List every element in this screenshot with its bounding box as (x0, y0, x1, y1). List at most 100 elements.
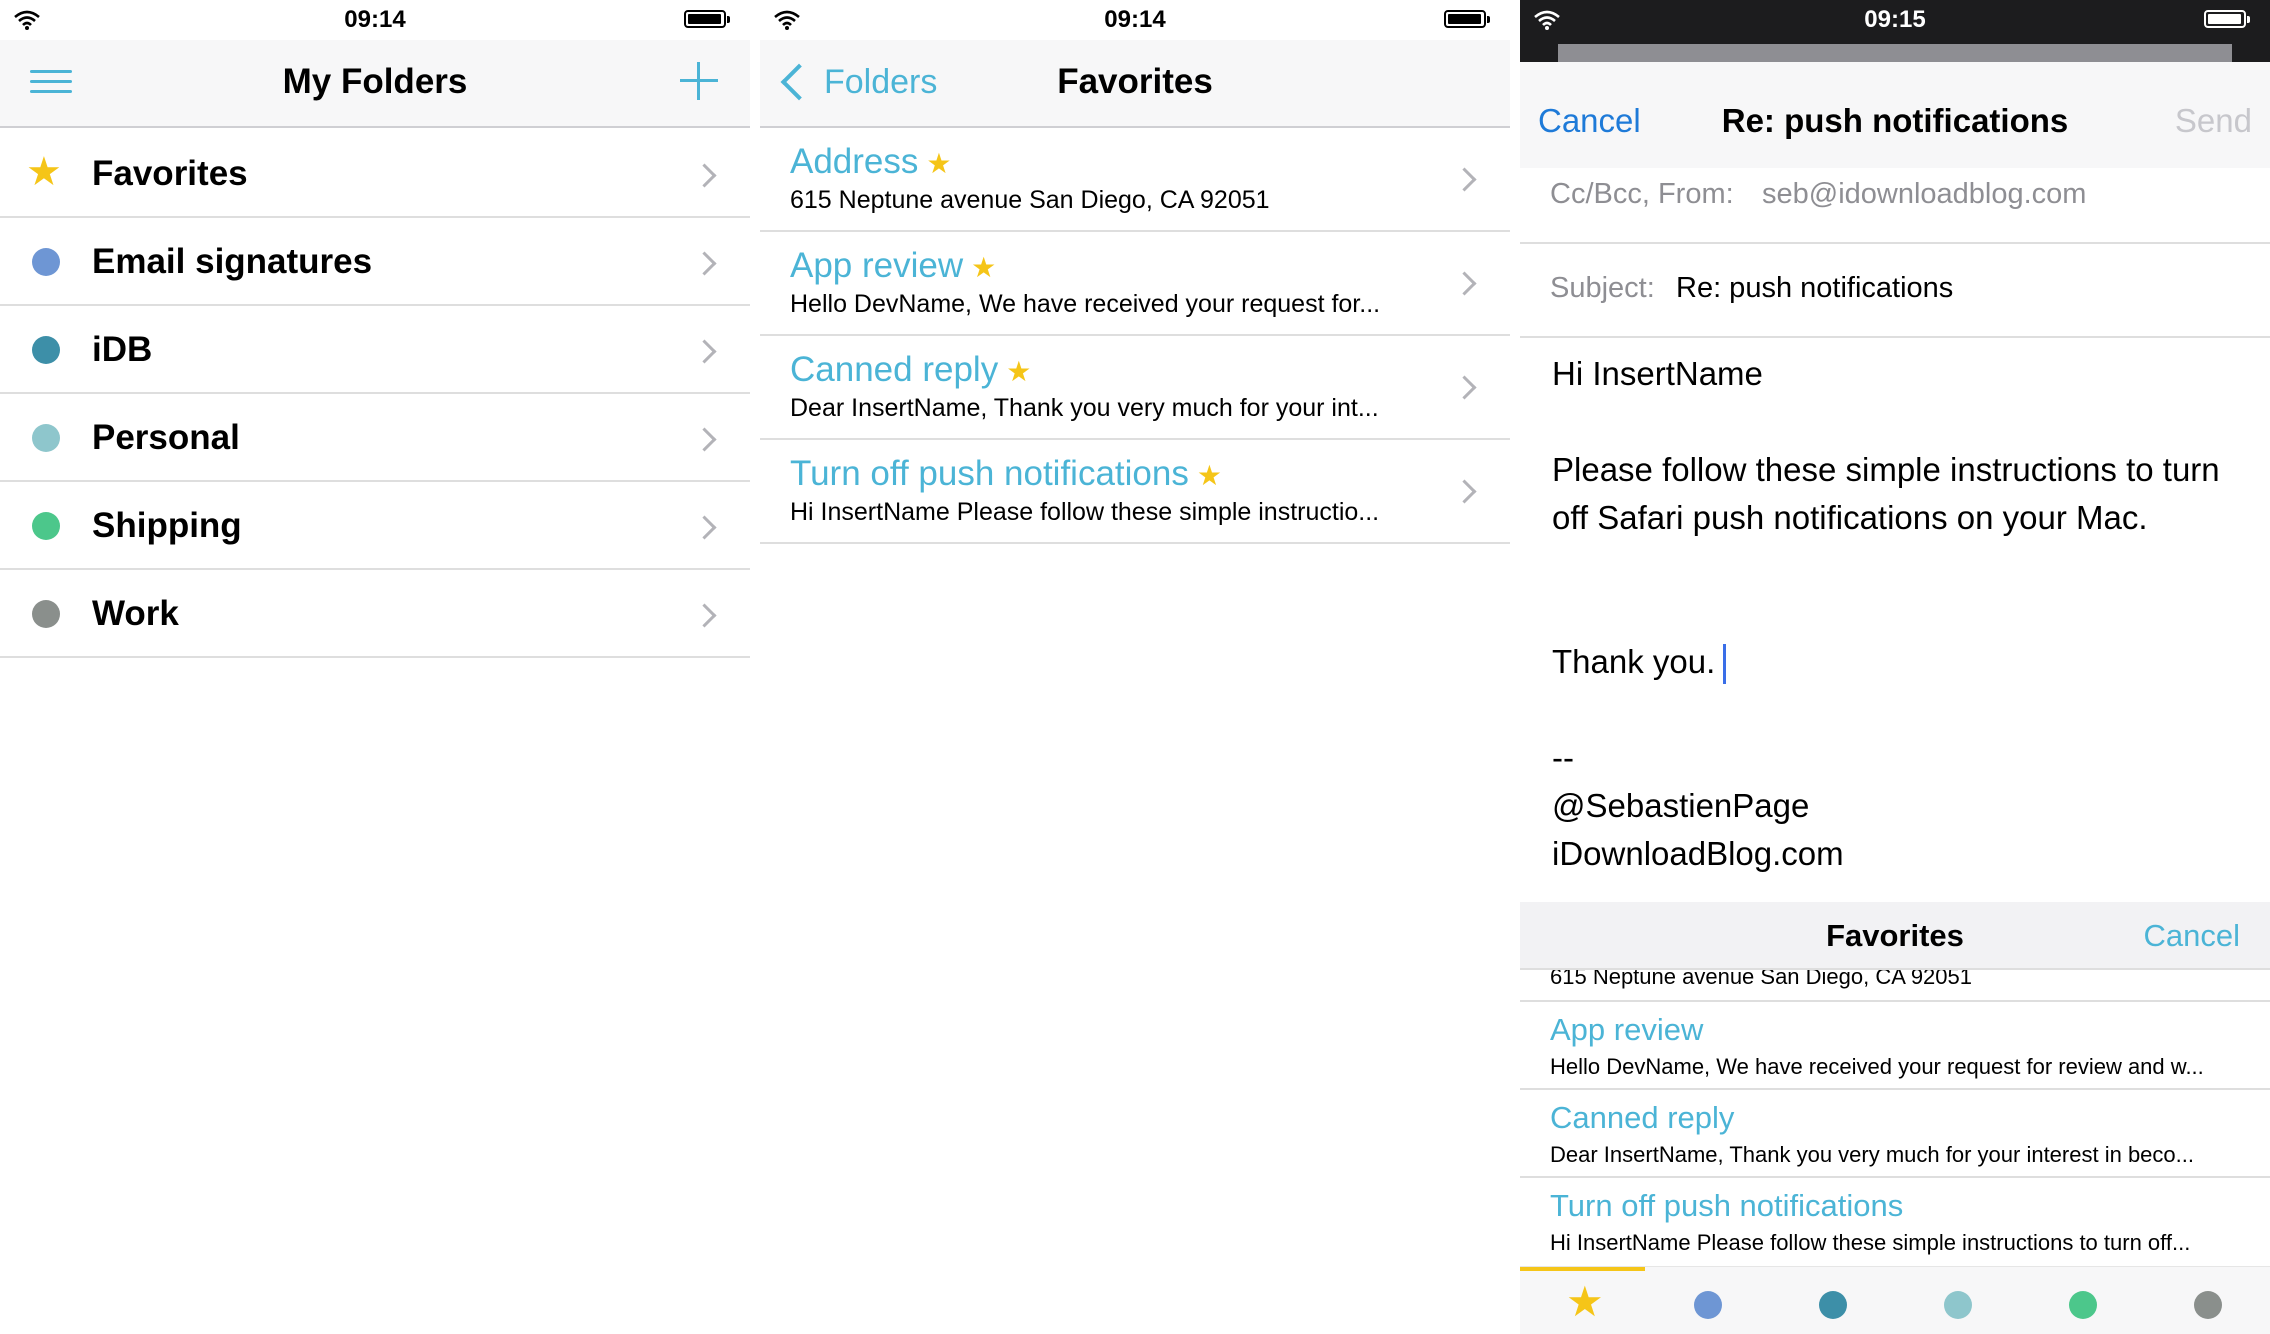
snippet-row[interactable]: App review ★ Hello DevName, We have recei… (760, 232, 1510, 336)
tab-personal[interactable] (1895, 1277, 2020, 1329)
compose-title: Re: push notifications (1721, 102, 2069, 139)
body-greeting: Hi InsertName (1552, 355, 1763, 392)
status-bar: 09:14 (760, 0, 1510, 40)
folder-color-dot (1694, 1291, 1722, 1319)
star-icon: ★ (926, 148, 952, 179)
star-icon: ★ (1006, 356, 1032, 387)
status-time: 09:14 (344, 6, 406, 33)
folder-label: Personal (92, 418, 240, 457)
signature-dashes: -- (1552, 739, 1574, 776)
star-icon: ★ (1566, 1278, 1604, 1325)
folder-label: Email signatures (92, 242, 373, 281)
status-time: 09:14 (1104, 6, 1166, 33)
plus-icon[interactable] (680, 62, 718, 100)
folder-color-dot (32, 512, 60, 540)
snippet-title: Address (790, 142, 919, 181)
folder-color-dot (32, 600, 60, 628)
picker-row[interactable]: Canned reply Dear InsertName, Thank you … (1520, 1090, 2270, 1178)
snippet-preview: Hi InsertName Please follow these simple… (790, 498, 1380, 526)
favorites-picker-sheet: Favorites Cancel 615 Neptune avenue San … (1520, 902, 2270, 1334)
folder-row-idb[interactable]: iDB (0, 306, 750, 394)
folder-label: Shipping (92, 506, 242, 545)
chevron-right-icon (692, 515, 717, 540)
navigation-bar: My Folders (0, 40, 750, 128)
chevron-right-icon (692, 163, 717, 188)
tab-email-signatures[interactable] (1645, 1277, 1770, 1329)
favorites-screen: 09:14 Folders Favorites Address ★ 615 Nep… (760, 0, 1510, 1334)
battery-icon (684, 10, 730, 28)
tab-work[interactable] (2145, 1277, 2270, 1329)
folder-row-work[interactable]: Work (0, 570, 750, 658)
signature-handle: @SebastienPage (1552, 787, 1810, 824)
subject-label: Subject: (1550, 272, 1655, 304)
chevron-right-icon (1452, 271, 1477, 296)
picker-header: Favorites Cancel (1520, 902, 2270, 970)
snippet-preview: Hello DevName, We have received your req… (790, 290, 1381, 318)
snippet-row[interactable]: Turn off push notifications ★ Hi InsertNa… (760, 440, 1510, 544)
battery-icon (2204, 10, 2250, 28)
folder-row-personal[interactable]: Personal (0, 394, 750, 482)
from-value: seb@idownloadblog.com (1762, 178, 2087, 210)
picker-row[interactable]: App review Hello DevName, We have receiv… (1520, 1002, 2270, 1090)
chevron-right-icon (1452, 167, 1477, 192)
status-bar: 09:14 (0, 0, 750, 40)
page-title: My Folders (282, 62, 468, 101)
chevron-right-icon (692, 603, 717, 628)
folder-color-dot (2069, 1291, 2097, 1319)
picker-row-partial[interactable]: 615 Neptune avenue San Diego, CA 92051 (1520, 970, 2270, 1002)
status-bar: 09:15 (1520, 0, 2270, 40)
folder-color-dot (1819, 1291, 1847, 1319)
folder-color-dot (32, 336, 60, 364)
folder-row-favorites[interactable]: ★ Favorites (0, 130, 750, 218)
snippet-title: App review (1550, 1012, 1704, 1047)
snippet-row[interactable]: Canned reply ★ Dear InsertName, Thank you… (760, 336, 1510, 440)
snippet-preview: 615 Neptune avenue San Diego, CA 92051 (1550, 970, 1972, 989)
snippet-title: Turn off push notifications (790, 454, 1189, 493)
status-time: 09:15 (1864, 6, 1926, 33)
subject-field[interactable]: Subject: Re: push notifications (1520, 244, 2270, 338)
snippet-preview: Dear InsertName, Thank you very much for… (1550, 1142, 2194, 1167)
tab-favorites[interactable]: ★ (1520, 1277, 1645, 1329)
folder-label: Favorites (92, 154, 248, 193)
folder-row-shipping[interactable]: Shipping (0, 482, 750, 570)
cc-bcc-from-label: Cc/Bcc, From: (1550, 178, 1734, 210)
folders-screen: 09:14 My Folders ★ Favorites Email signa… (0, 0, 750, 1334)
tab-idb[interactable] (1770, 1277, 1895, 1329)
folder-color-dot (32, 248, 60, 276)
folder-tab-bar: ★ (1520, 1266, 2270, 1334)
text-cursor (1723, 644, 1727, 685)
battery-icon (1444, 10, 1490, 28)
picker-row[interactable]: Turn off push notifications Hi InsertNam… (1520, 1178, 2270, 1266)
snippet-preview: Hi InsertName Please follow these simple… (1550, 1230, 2191, 1255)
body-thanks: Thank you. (1552, 643, 1716, 680)
chevron-right-icon (692, 427, 717, 452)
selected-tab-indicator (1520, 1267, 1645, 1271)
snippet-row[interactable]: Address ★ 615 Neptune avenue San Diego, C… (760, 128, 1510, 232)
folder-row-email-signatures[interactable]: Email signatures (0, 218, 750, 306)
send-button[interactable]: Send (2175, 102, 2252, 140)
picker-cancel-button[interactable]: Cancel (2144, 918, 2241, 954)
panel-divider (750, 0, 760, 1334)
compose-navigation-bar: Cancel Re: push notifications Send (1520, 62, 2270, 168)
panel-divider (1510, 0, 1520, 1334)
snippet-title: App review (790, 246, 964, 285)
snippet-preview: 615 Neptune avenue San Diego, CA 92051 (790, 186, 1270, 214)
folder-color-dot (2194, 1291, 2222, 1319)
folder-label: Work (92, 594, 179, 633)
star-icon: ★ (1196, 460, 1222, 491)
subject-value: Re: push notifications (1676, 272, 1954, 304)
chevron-right-icon (692, 339, 717, 364)
body-paragraph: Please follow these simple instructions … (1552, 451, 2229, 536)
folder-color-dot (1944, 1291, 1972, 1319)
star-icon: ★ (26, 150, 62, 194)
tab-shipping[interactable] (2020, 1277, 2145, 1329)
signature-site: iDownloadBlog.com (1552, 835, 1844, 872)
snippet-title: Canned reply (1550, 1100, 1735, 1135)
compose-screen: 09:15 Cancel Re: push notifications Send… (1520, 0, 2270, 1334)
snippet-preview: Hello DevName, We have received your req… (1550, 1054, 2204, 1079)
chevron-right-icon (1452, 375, 1477, 400)
cc-bcc-from-field[interactable]: Cc/Bcc, From: seb@idownloadblog.com (1520, 168, 2270, 244)
snippet-preview: Dear InsertName, Thank you very much for… (790, 394, 1379, 422)
chevron-right-icon (1452, 479, 1477, 504)
folder-color-dot (32, 424, 60, 452)
